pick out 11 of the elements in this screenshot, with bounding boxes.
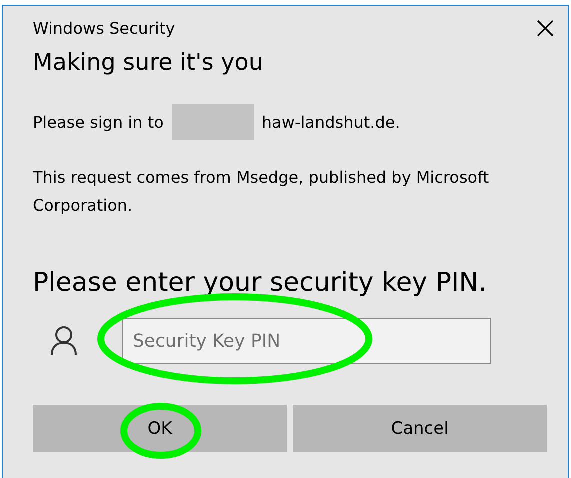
- window-title: Windows Security: [33, 18, 176, 38]
- request-note: This request comes from Msedge, published by Microsoft Corporation.: [33, 167, 490, 217]
- ok-button[interactable]: OK: [33, 405, 287, 452]
- sign-in-text: Please sign in to: [33, 112, 164, 132]
- person-icon: [51, 326, 77, 356]
- domain-text: haw-landshut.de.: [262, 112, 400, 132]
- cancel-button[interactable]: Cancel: [293, 405, 547, 452]
- dialog-heading: Making sure it's you: [33, 50, 264, 76]
- pin-prompt: Please enter your security key PIN.: [33, 268, 488, 298]
- close-icon: [536, 20, 554, 36]
- pin-field[interactable]: Security Key PIN: [122, 318, 491, 364]
